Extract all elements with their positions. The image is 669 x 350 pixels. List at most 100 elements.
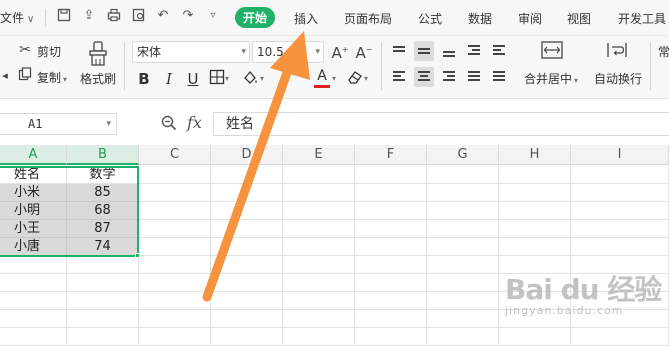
- column-header-e[interactable]: E: [283, 145, 355, 165]
- wrap-text-button[interactable]: 自动换行: [594, 70, 642, 87]
- empty-cell[interactable]: [283, 274, 355, 292]
- empty-cell[interactable]: [355, 256, 427, 274]
- copy-icon[interactable]: [16, 67, 34, 86]
- cell-b2[interactable]: 85: [67, 184, 139, 202]
- empty-cell[interactable]: [499, 184, 571, 202]
- empty-cell[interactable]: [427, 238, 499, 256]
- cell-b4[interactable]: 87: [67, 220, 139, 238]
- print-icon[interactable]: [106, 8, 122, 24]
- cell-a3[interactable]: 小明: [0, 202, 67, 220]
- cell-a1[interactable]: 姓名: [0, 166, 67, 184]
- copy-button[interactable]: 复制 ▾: [37, 69, 67, 86]
- undo-icon[interactable]: ↶: [155, 8, 171, 24]
- file-menu[interactable]: 文件 ∨: [0, 9, 34, 26]
- empty-cell[interactable]: [211, 184, 283, 202]
- empty-cell[interactable]: [427, 166, 499, 184]
- format-painter-icon[interactable]: [86, 41, 110, 69]
- paste-dropdown-icon[interactable]: ◂: [0, 67, 10, 85]
- underline-icon[interactable]: U: [183, 69, 203, 89]
- save-icon[interactable]: [56, 8, 72, 24]
- empty-cell[interactable]: [139, 256, 211, 274]
- empty-cell[interactable]: [0, 328, 67, 346]
- bold-icon[interactable]: B: [134, 69, 154, 89]
- empty-cell[interactable]: [139, 220, 211, 238]
- cell-b5[interactable]: 74: [67, 238, 139, 256]
- tab-page-layout[interactable]: 页面布局: [344, 10, 392, 27]
- column-header-h[interactable]: H: [499, 145, 571, 165]
- cell-a2[interactable]: 小米: [0, 184, 67, 202]
- empty-cell[interactable]: [211, 220, 283, 238]
- empty-cell[interactable]: [283, 328, 355, 346]
- justify-icon[interactable]: [464, 67, 484, 87]
- empty-cell[interactable]: [355, 220, 427, 238]
- empty-cell[interactable]: [283, 220, 355, 238]
- scissors-icon[interactable]: ✂: [16, 41, 34, 59]
- empty-cell[interactable]: [355, 274, 427, 292]
- empty-cell[interactable]: [139, 166, 211, 184]
- column-header-i[interactable]: I: [571, 145, 669, 165]
- empty-cell[interactable]: [355, 202, 427, 220]
- number-format-select[interactable]: 常: [658, 43, 669, 60]
- column-header-c[interactable]: C: [139, 145, 211, 165]
- empty-cell[interactable]: [571, 328, 669, 346]
- empty-cell[interactable]: [499, 328, 571, 346]
- insert-function-button[interactable]: fx: [187, 113, 202, 132]
- empty-cell[interactable]: [499, 238, 571, 256]
- empty-cell[interactable]: [427, 184, 499, 202]
- empty-cell[interactable]: [499, 202, 571, 220]
- customize-toolbar-icon[interactable]: ▿: [205, 8, 221, 24]
- empty-cell[interactable]: [67, 256, 139, 274]
- column-header-g[interactable]: G: [427, 145, 499, 165]
- empty-cell[interactable]: [139, 328, 211, 346]
- empty-cell[interactable]: [139, 184, 211, 202]
- empty-cell[interactable]: [211, 328, 283, 346]
- align-right-icon[interactable]: [439, 67, 459, 87]
- empty-cell[interactable]: [571, 238, 669, 256]
- cell-a4[interactable]: 小王: [0, 220, 67, 238]
- chevron-down-icon[interactable]: ▾: [222, 69, 232, 89]
- empty-cell[interactable]: [427, 310, 499, 328]
- tab-view[interactable]: 视图: [567, 10, 591, 27]
- tab-review[interactable]: 审阅: [518, 10, 542, 27]
- empty-cell[interactable]: [355, 238, 427, 256]
- column-header-f[interactable]: F: [355, 145, 427, 165]
- empty-cell[interactable]: [283, 310, 355, 328]
- column-header-d[interactable]: D: [211, 145, 283, 165]
- decrease-font-size-icon[interactable]: A−: [354, 41, 374, 62]
- empty-cell[interactable]: [211, 166, 283, 184]
- empty-cell[interactable]: [283, 256, 355, 274]
- decrease-indent-icon[interactable]: [464, 41, 484, 61]
- empty-cell[interactable]: [283, 184, 355, 202]
- empty-cell[interactable]: [283, 238, 355, 256]
- empty-cell[interactable]: [283, 166, 355, 184]
- merge-center-icon[interactable]: [540, 41, 564, 64]
- empty-cell[interactable]: [211, 310, 283, 328]
- tab-data[interactable]: 数据: [468, 10, 492, 27]
- empty-cell[interactable]: [499, 220, 571, 238]
- empty-cell[interactable]: [355, 310, 427, 328]
- empty-cell[interactable]: [67, 328, 139, 346]
- empty-cell[interactable]: [211, 202, 283, 220]
- empty-cell[interactable]: [427, 202, 499, 220]
- cell-a5[interactable]: 小唐: [0, 238, 67, 256]
- share-icon[interactable]: ⇪: [81, 8, 97, 24]
- empty-cell[interactable]: [0, 256, 67, 274]
- empty-cell[interactable]: [427, 292, 499, 310]
- empty-cell[interactable]: [67, 310, 139, 328]
- empty-cell[interactable]: [0, 310, 67, 328]
- empty-cell[interactable]: [211, 274, 283, 292]
- tab-home[interactable]: 开始: [235, 7, 276, 28]
- empty-cell[interactable]: [571, 220, 669, 238]
- merge-center-button[interactable]: 合并居中 ▾: [524, 70, 578, 87]
- column-header-b[interactable]: B: [67, 145, 139, 165]
- empty-cell[interactable]: [427, 220, 499, 238]
- font-size-select[interactable]: 10.5 ▾: [252, 41, 324, 63]
- empty-cell[interactable]: [139, 274, 211, 292]
- column-header-a[interactable]: A: [0, 145, 67, 165]
- empty-cell[interactable]: [571, 184, 669, 202]
- empty-cell[interactable]: [211, 292, 283, 310]
- empty-cell[interactable]: [355, 328, 427, 346]
- empty-cell[interactable]: [427, 274, 499, 292]
- align-center-icon[interactable]: [414, 67, 434, 87]
- increase-indent-icon[interactable]: [489, 41, 509, 61]
